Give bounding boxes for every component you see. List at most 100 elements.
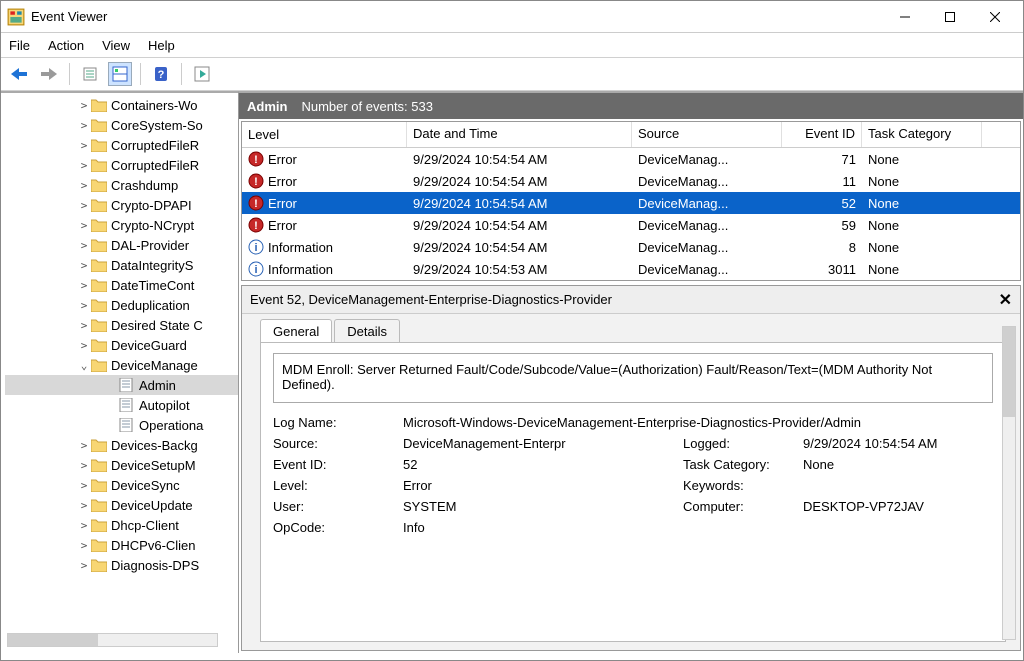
minimize-button[interactable] xyxy=(882,3,927,31)
label-eventid: Event ID: xyxy=(273,457,403,472)
column-taskcategory[interactable]: Task Category xyxy=(862,122,982,147)
value-opcode: Info xyxy=(403,520,683,535)
tree-horizontal-scrollbar[interactable] xyxy=(7,633,218,647)
value-logname: Microsoft-Windows-DeviceManagement-Enter… xyxy=(403,415,993,430)
tree-item[interactable]: >DAL-Provider xyxy=(5,235,238,255)
value-user: SYSTEM xyxy=(403,499,683,514)
tree-item[interactable]: >Desired State C xyxy=(5,315,238,335)
tree-item[interactable]: >Crypto-DPAPI xyxy=(5,195,238,215)
tree-item[interactable]: Autopilot xyxy=(5,395,238,415)
event-pane: Admin Number of events: 533 Level Date a… xyxy=(239,91,1023,653)
expand-toggle[interactable]: > xyxy=(77,99,91,112)
close-button[interactable] xyxy=(972,3,1017,31)
help-button[interactable]: ? xyxy=(149,62,173,86)
event-task: None xyxy=(862,174,982,189)
event-id: 11 xyxy=(782,174,862,189)
expand-toggle[interactable]: > xyxy=(77,239,91,252)
preview-pane-button[interactable] xyxy=(108,62,132,86)
detail-content: MDM Enroll: Server Returned Fault/Code/S… xyxy=(260,342,1006,642)
expand-toggle[interactable]: > xyxy=(77,519,91,532)
tree-item[interactable]: >Diagnosis-DPS xyxy=(5,555,238,575)
tree-item[interactable]: >DataIntegrityS xyxy=(5,255,238,275)
tree-item-label: Crypto-NCrypt xyxy=(111,218,194,233)
label-opcode: OpCode: xyxy=(273,520,403,535)
expand-toggle[interactable]: > xyxy=(77,199,91,212)
menu-action[interactable]: Action xyxy=(48,38,84,53)
forward-button[interactable] xyxy=(37,62,61,86)
expand-toggle[interactable]: > xyxy=(77,139,91,152)
event-level: Error xyxy=(268,152,297,167)
expand-toggle[interactable]: > xyxy=(77,179,91,192)
event-row[interactable]: iInformation9/29/2024 10:54:53 AMDeviceM… xyxy=(242,258,1020,280)
detail-close-button[interactable]: ✕ xyxy=(999,290,1012,310)
tree-item[interactable]: > CorruptedFileR xyxy=(5,135,238,155)
tree-item[interactable]: ⌄DeviceManage xyxy=(5,355,238,375)
expand-toggle[interactable]: > xyxy=(77,459,91,472)
expand-toggle[interactable]: > xyxy=(77,299,91,312)
event-row[interactable]: !Error9/29/2024 10:54:54 AMDeviceManag..… xyxy=(242,214,1020,236)
event-level: Information xyxy=(268,262,333,277)
tree-item-label: Deduplication xyxy=(111,298,190,313)
tree-item[interactable]: Admin xyxy=(5,375,238,395)
column-eventid[interactable]: Event ID xyxy=(782,122,862,147)
tree-item[interactable]: >Devices-Backg xyxy=(5,435,238,455)
label-keywords: Keywords: xyxy=(683,478,803,493)
back-button[interactable] xyxy=(7,62,31,86)
event-task: None xyxy=(862,218,982,233)
tree-item[interactable]: > DeviceSync xyxy=(5,475,238,495)
column-date[interactable]: Date and Time xyxy=(407,122,632,147)
tree-item-label: DeviceSetupM xyxy=(111,458,196,473)
tree-item[interactable]: >DateTimeCont xyxy=(5,275,238,295)
tab-general[interactable]: General xyxy=(260,319,332,343)
tree-item[interactable]: >CorruptedFileR xyxy=(5,155,238,175)
column-level[interactable]: Level xyxy=(242,122,407,147)
event-level: Error xyxy=(268,196,297,211)
event-task: None xyxy=(862,196,982,211)
column-source[interactable]: Source xyxy=(632,122,782,147)
tree-item[interactable]: Operationa xyxy=(5,415,238,435)
event-row[interactable]: iInformation9/29/2024 10:54:54 AMDeviceM… xyxy=(242,236,1020,258)
tree-item[interactable]: >CoreSystem-So xyxy=(5,115,238,135)
expand-toggle[interactable]: > xyxy=(77,279,91,292)
event-count: Number of events: 533 xyxy=(301,99,433,114)
category-header: Admin Number of events: 533 xyxy=(239,93,1023,119)
refresh-button[interactable] xyxy=(190,62,214,86)
expand-toggle[interactable]: > xyxy=(77,319,91,332)
tree-item[interactable]: > DeviceGuard xyxy=(5,335,238,355)
tree-item-label: DeviceSync xyxy=(111,478,180,493)
tree-item[interactable]: >DeviceUpdate xyxy=(5,495,238,515)
menu-help[interactable]: Help xyxy=(148,38,175,53)
detail-vertical-scrollbar[interactable] xyxy=(1002,326,1016,640)
expand-toggle[interactable]: > xyxy=(77,159,91,172)
tree-item[interactable]: >Dhcp-Client xyxy=(5,515,238,535)
tree-item[interactable]: > Crypto-NCrypt xyxy=(5,215,238,235)
tree-item-label: CorruptedFileR xyxy=(111,138,199,153)
expand-toggle[interactable]: > xyxy=(77,559,91,572)
expand-toggle[interactable]: > xyxy=(77,479,91,492)
menu-view[interactable]: View xyxy=(102,38,130,53)
menu-file[interactable]: File xyxy=(9,38,30,53)
tree-item-label: DeviceGuard xyxy=(111,338,187,353)
expand-toggle[interactable]: > xyxy=(77,119,91,132)
svg-text:i: i xyxy=(254,264,257,276)
tree-item[interactable]: >Containers-Wo xyxy=(5,95,238,115)
expand-toggle[interactable]: > xyxy=(77,539,91,552)
event-row[interactable]: !Error9/29/2024 10:54:54 AMDeviceManag..… xyxy=(242,148,1020,170)
event-task: None xyxy=(862,240,982,255)
tree-item[interactable]: >Crashdump xyxy=(5,175,238,195)
value-taskcat: None xyxy=(803,457,993,472)
expand-toggle[interactable]: ⌄ xyxy=(77,359,91,372)
expand-toggle[interactable]: > xyxy=(77,439,91,452)
expand-toggle[interactable]: > xyxy=(77,259,91,272)
expand-toggle[interactable]: > xyxy=(77,499,91,512)
show-tree-button[interactable] xyxy=(78,62,102,86)
tree-item[interactable]: > DeviceSetupM xyxy=(5,455,238,475)
event-row[interactable]: !Error9/29/2024 10:54:54 AMDeviceManag..… xyxy=(242,170,1020,192)
expand-toggle[interactable]: > xyxy=(77,219,91,232)
tab-details[interactable]: Details xyxy=(334,319,400,343)
tree-item[interactable]: >DHCPv6-Clien xyxy=(5,535,238,555)
event-row[interactable]: !Error9/29/2024 10:54:54 AMDeviceManag..… xyxy=(242,192,1020,214)
maximize-button[interactable] xyxy=(927,3,972,31)
tree-item[interactable]: > Deduplication xyxy=(5,295,238,315)
expand-toggle[interactable]: > xyxy=(77,339,91,352)
